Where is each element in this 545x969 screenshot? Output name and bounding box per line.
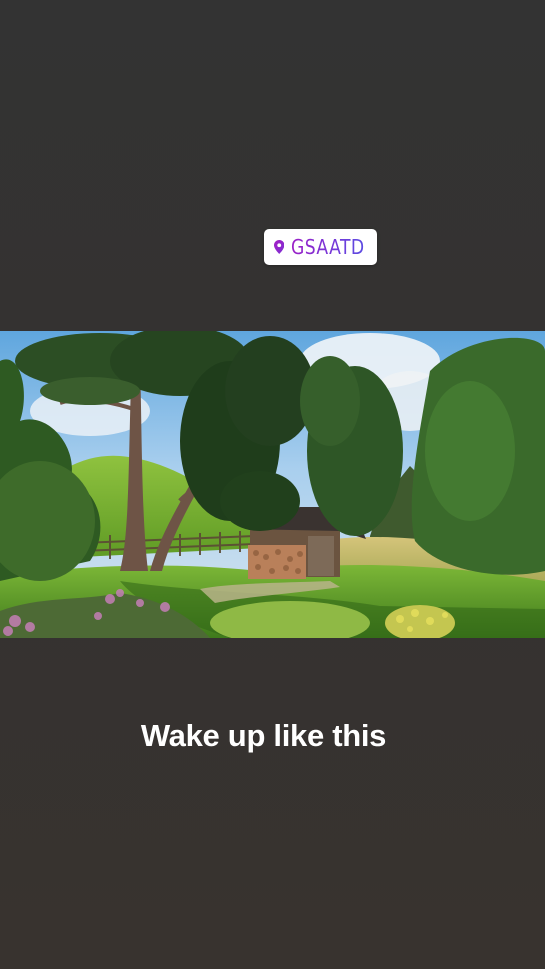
location-pin-icon	[274, 240, 285, 254]
location-label: GSAATD	[291, 235, 366, 259]
landscape-photo	[0, 331, 545, 638]
location-sticker[interactable]: GSAATD	[264, 229, 377, 265]
landscape-photo-drawing	[0, 331, 545, 638]
story-caption: Wake up like this	[140, 718, 387, 753]
